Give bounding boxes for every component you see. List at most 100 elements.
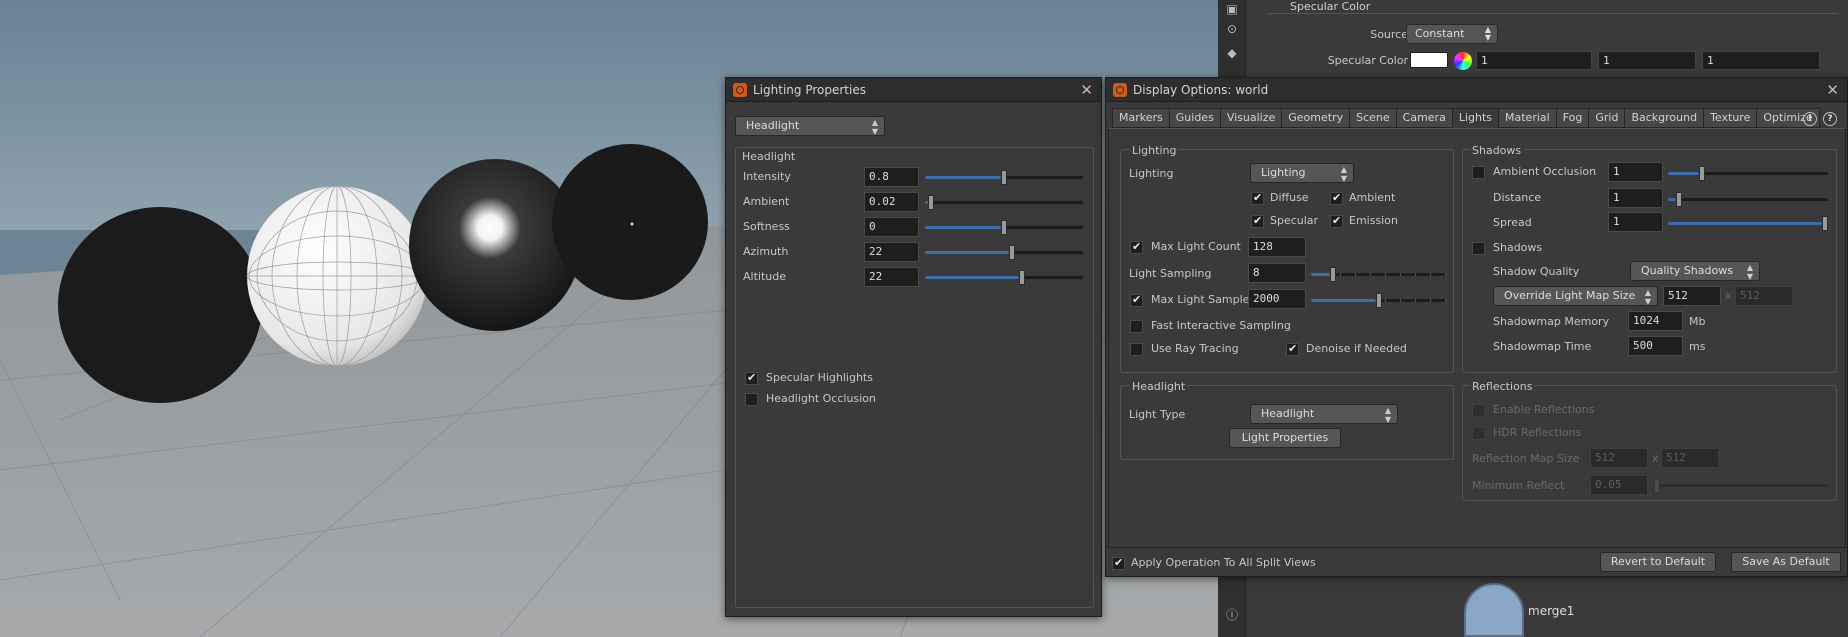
color-swatch[interactable] xyxy=(1410,52,1448,68)
diffuse-checkbox[interactable] xyxy=(1251,191,1264,205)
tab-camera[interactable]: Camera xyxy=(1395,108,1452,128)
max-light-count-field[interactable]: 128 xyxy=(1248,237,1306,257)
tab-guides[interactable]: Guides xyxy=(1168,108,1220,128)
info-icon[interactable]: ⓘ xyxy=(1224,608,1240,622)
light-map-size-x-field[interactable]: 512 xyxy=(1663,286,1721,306)
shadow-quality-label: Shadow Quality xyxy=(1493,265,1580,278)
headlight-mode-menu[interactable]: Headlight ▲ ▼ xyxy=(735,116,885,136)
lock-icon[interactable]: ▣ xyxy=(1224,2,1240,16)
max-light-samples-field[interactable]: 2000 xyxy=(1248,289,1306,309)
tab-texture[interactable]: Texture xyxy=(1703,108,1757,128)
azimuth-label: Azimuth xyxy=(743,245,789,258)
specular-r-field[interactable]: 1 xyxy=(1476,51,1592,70)
tab-markers[interactable]: Markers xyxy=(1112,108,1169,128)
azimuth-slider[interactable] xyxy=(925,245,1083,260)
tab-material[interactable]: Material xyxy=(1498,108,1556,128)
shadowmap-time-unit: ms xyxy=(1689,340,1706,353)
apply-all-split-views-checkbox[interactable] xyxy=(1112,556,1125,570)
ambient-label: Ambient xyxy=(1349,191,1396,204)
ambient-occlusion-checkbox[interactable] xyxy=(1472,166,1485,179)
spread-slider[interactable] xyxy=(1668,216,1828,231)
dialog-title: Display Options: world xyxy=(1133,83,1268,97)
denoise-checkbox[interactable] xyxy=(1286,342,1299,356)
close-icon[interactable]: ✕ xyxy=(1826,81,1839,99)
use-ray-tracing-checkbox[interactable] xyxy=(1130,343,1143,356)
max-light-samples-checkbox[interactable] xyxy=(1130,293,1143,307)
reflection-map-size-x-field[interactable]: 512 xyxy=(1590,448,1648,468)
tab-grid[interactable]: Grid xyxy=(1588,108,1625,128)
specular-highlights-label: Specular Highlights xyxy=(766,371,873,384)
tab-fog[interactable]: Fog xyxy=(1555,108,1589,128)
headlight-group-title: Headlight xyxy=(742,150,796,163)
dialog-title-object: world xyxy=(1235,83,1269,97)
ambient-label: Ambient xyxy=(743,195,790,208)
tab-background[interactable]: Background xyxy=(1624,108,1704,128)
max-light-samples-slider[interactable] xyxy=(1311,293,1446,308)
eye-icon[interactable]: ◆ xyxy=(1224,46,1240,60)
ambient-slider[interactable] xyxy=(925,195,1083,210)
tab-geometry[interactable]: Geometry xyxy=(1281,108,1350,128)
revert-to-default-button[interactable]: Revert to Default xyxy=(1600,552,1716,572)
altitude-slider[interactable] xyxy=(925,270,1083,285)
light-sampling-field[interactable]: 8 xyxy=(1248,263,1306,283)
ambient-field[interactable]: 0.02 xyxy=(864,192,919,212)
tab-visualize[interactable]: Visualize xyxy=(1219,108,1282,128)
shadow-quality-menu[interactable]: Quality Shadows ▲ ▼ xyxy=(1630,261,1760,281)
section-header: Specular Color xyxy=(1268,0,1838,14)
softness-field[interactable]: 0 xyxy=(864,217,919,237)
specular-g-field[interactable]: 1 xyxy=(1598,51,1696,70)
override-light-map-size-menu[interactable]: Override Light Map Size ▲ ▼ xyxy=(1493,286,1658,306)
diffuse-label: Diffuse xyxy=(1270,191,1309,204)
shadowmap-time-field[interactable]: 500 xyxy=(1628,336,1683,356)
wireframe-sphere xyxy=(246,185,428,367)
save-as-default-button[interactable]: Save As Default xyxy=(1731,552,1841,572)
azimuth-field[interactable]: 22 xyxy=(864,242,919,262)
minimum-reflect-field[interactable]: 0.05 xyxy=(1590,475,1648,495)
light-sampling-slider[interactable] xyxy=(1311,267,1446,282)
tab-scene[interactable]: Scene xyxy=(1349,108,1396,128)
pin-icon[interactable]: ⊙ xyxy=(1224,22,1240,36)
headlight-occlusion-label: Headlight Occlusion xyxy=(766,392,876,405)
distance-field[interactable]: 1 xyxy=(1608,188,1663,208)
combo-arrows-icon: ▲ ▼ xyxy=(1340,165,1347,183)
close-icon[interactable]: ✕ xyxy=(1080,81,1093,99)
spread-field[interactable]: 1 xyxy=(1608,212,1663,232)
max-light-count-checkbox[interactable] xyxy=(1130,240,1143,254)
tab-lights[interactable]: Lights xyxy=(1451,108,1499,128)
light-type-menu[interactable]: Headlight ▲ ▼ xyxy=(1250,404,1398,424)
ambient-checkbox[interactable] xyxy=(1330,191,1343,205)
apply-all-split-views-label: Apply Operation To All Split Views xyxy=(1131,556,1316,569)
dialog-title: Lighting Properties xyxy=(753,83,866,97)
display-options-titlebar[interactable]: Display Options: world ✕ xyxy=(1106,78,1847,102)
info-icon[interactable]: i xyxy=(1803,112,1817,126)
enable-reflections-checkbox[interactable] xyxy=(1472,404,1485,417)
lighting-properties-titlebar[interactable]: Lighting Properties ✕ xyxy=(726,78,1101,102)
headlight-occlusion-checkbox[interactable] xyxy=(745,393,758,406)
light-properties-button[interactable]: Light Properties xyxy=(1229,428,1341,448)
reflection-map-size-y-field[interactable]: 512 xyxy=(1661,448,1719,468)
specular-b-field[interactable]: 1 xyxy=(1702,51,1820,70)
specular-highlights-checkbox[interactable] xyxy=(745,371,758,385)
ambient-occlusion-slider[interactable] xyxy=(1668,166,1828,181)
fast-interactive-checkbox[interactable] xyxy=(1130,320,1143,333)
merge-node[interactable] xyxy=(1464,583,1524,637)
distance-slider[interactable] xyxy=(1668,192,1828,207)
light-type-value: Headlight xyxy=(1261,407,1315,420)
altitude-field[interactable]: 22 xyxy=(864,267,919,287)
shadowmap-memory-field[interactable]: 1024 xyxy=(1628,311,1683,331)
emission-checkbox[interactable] xyxy=(1330,214,1343,228)
light-map-size-y-field[interactable]: 512 xyxy=(1735,286,1793,306)
help-icon[interactable]: ? xyxy=(1823,112,1837,126)
houdini-icon xyxy=(733,83,747,97)
intensity-field[interactable]: 0.8 xyxy=(864,167,919,187)
color-wheel-icon[interactable] xyxy=(1454,52,1472,70)
intensity-slider[interactable] xyxy=(925,170,1083,185)
specular-checkbox[interactable] xyxy=(1251,214,1264,228)
ambient-occlusion-field[interactable]: 1 xyxy=(1608,162,1663,182)
source-menu[interactable]: Constant ▲ ▼ xyxy=(1406,24,1498,44)
shadows-checkbox[interactable] xyxy=(1472,242,1485,255)
lighting-mode-menu[interactable]: Lighting ▲ ▼ xyxy=(1250,163,1354,183)
minimum-reflect-slider[interactable] xyxy=(1654,478,1828,493)
softness-slider[interactable] xyxy=(925,220,1083,235)
hdr-reflections-checkbox[interactable] xyxy=(1472,427,1485,440)
